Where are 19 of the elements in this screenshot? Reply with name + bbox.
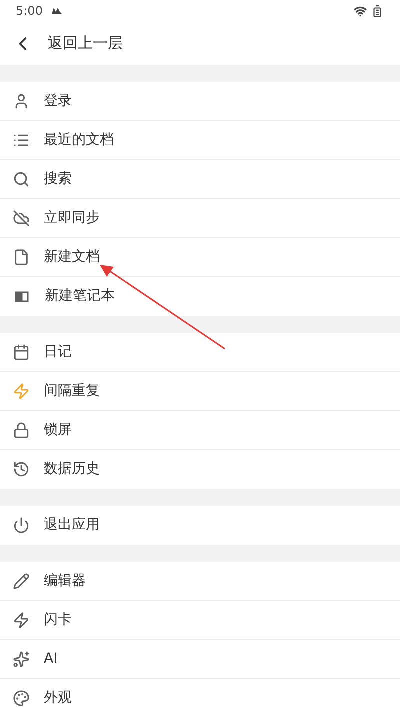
wifi-icon <box>354 4 367 18</box>
menu-item[interactable]: 编辑器 <box>0 562 400 601</box>
menu-item[interactable]: 新建笔记本 <box>0 277 400 316</box>
back-button[interactable]: 返回上一层 <box>0 22 400 65</box>
menu-item[interactable]: 数据历史 <box>0 450 400 489</box>
menu-item[interactable]: 退出应用 <box>0 506 400 545</box>
status-time: 5:00 <box>16 3 43 20</box>
menu-item[interactable]: 立即同步 <box>0 199 400 238</box>
menu-item[interactable]: 闪卡 <box>0 601 400 640</box>
menu-item[interactable]: 间隔重复 <box>0 372 400 411</box>
menu-item[interactable]: 最近的文档 <box>0 121 400 160</box>
notification-icon <box>50 7 63 15</box>
menu-item[interactable]: 日记 <box>0 333 400 372</box>
menu-item[interactable]: 锁屏 <box>0 411 400 450</box>
battery-icon <box>371 4 384 18</box>
menu-item[interactable]: 登录 <box>0 82 400 121</box>
menu-item[interactable]: 外观 <box>0 679 400 718</box>
menu-item[interactable]: 搜索 <box>0 160 400 199</box>
menu-item[interactable]: AI <box>0 640 400 679</box>
